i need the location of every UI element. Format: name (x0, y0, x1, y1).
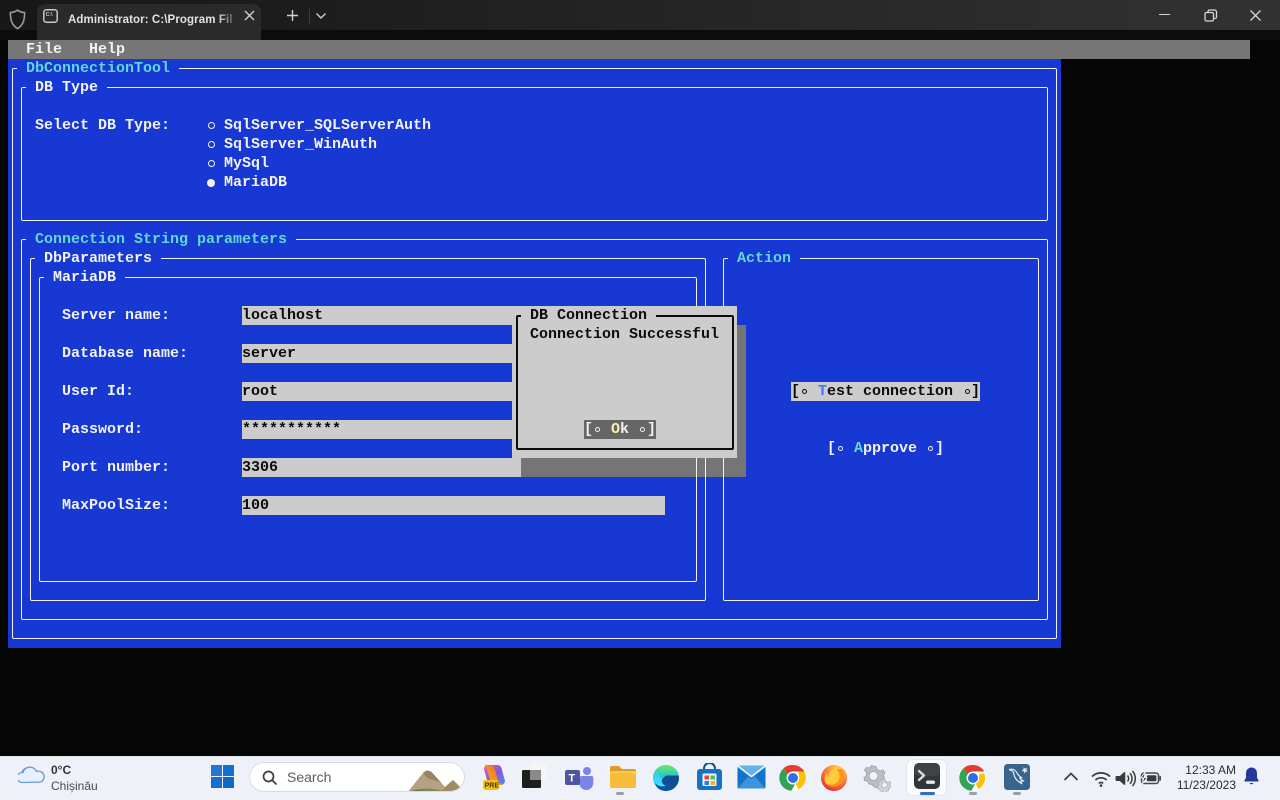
svg-text:C:\: C:\ (46, 12, 53, 18)
svg-text:PRE: PRE (485, 783, 500, 790)
svg-text:T: T (568, 773, 575, 785)
